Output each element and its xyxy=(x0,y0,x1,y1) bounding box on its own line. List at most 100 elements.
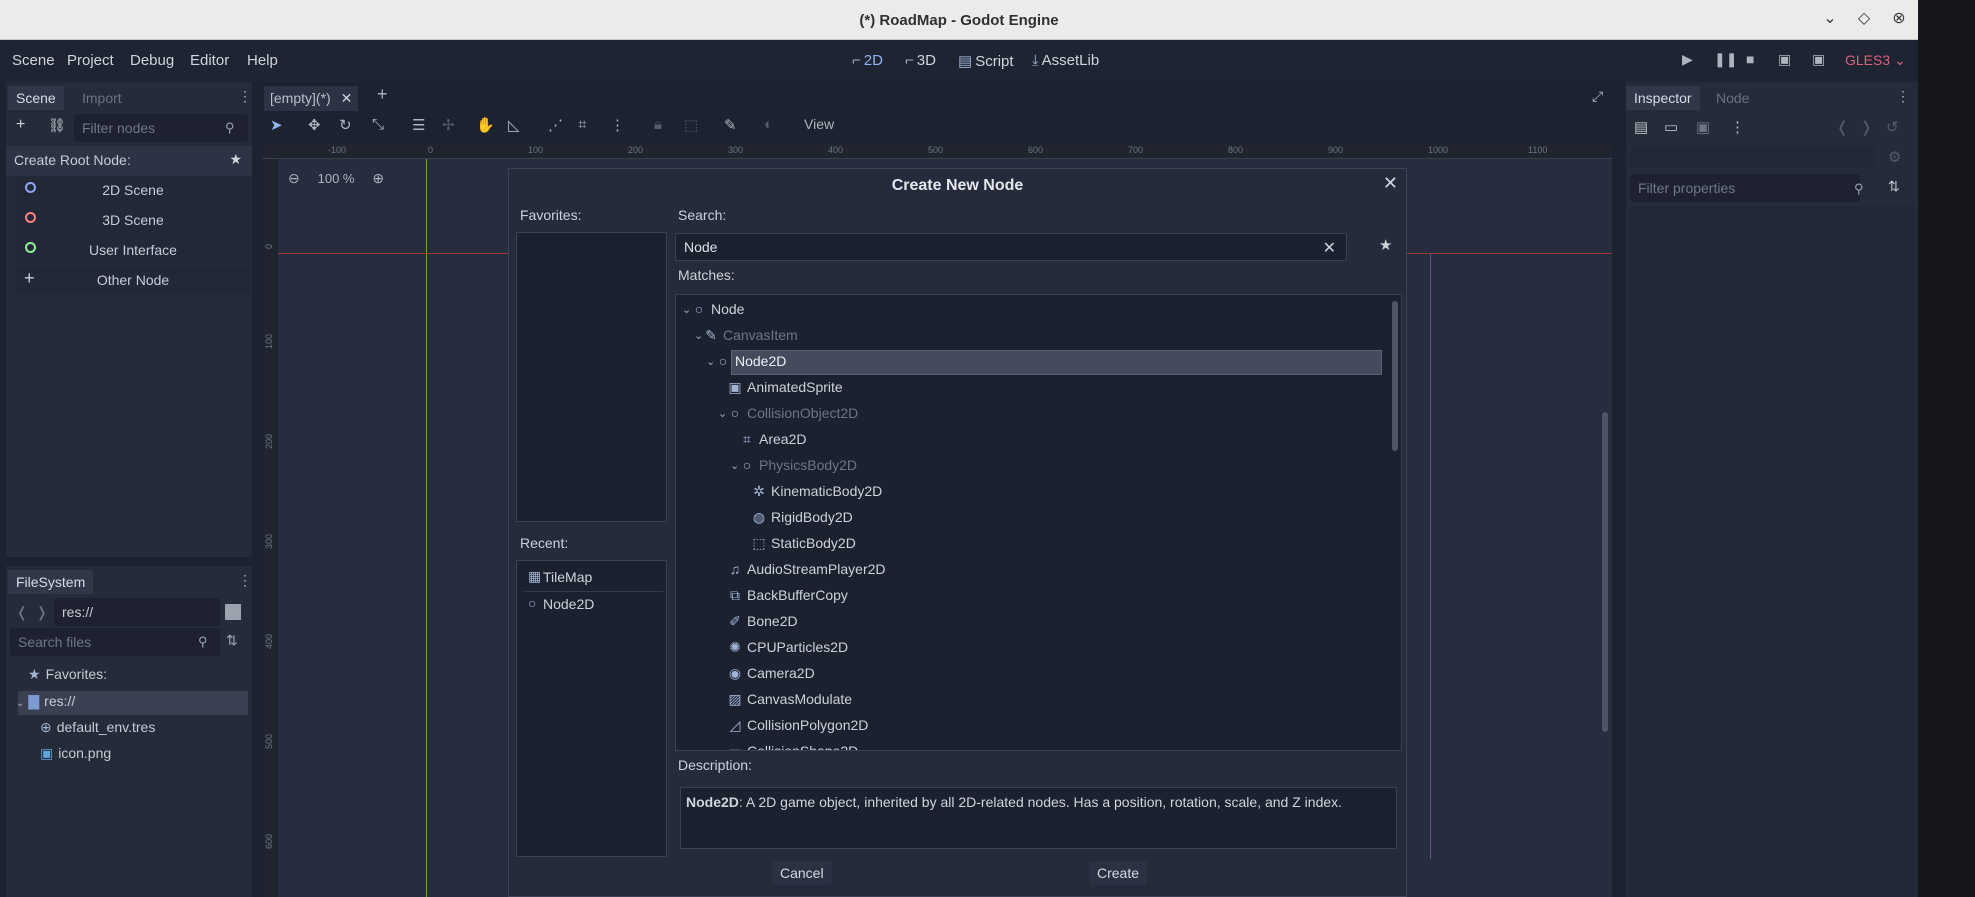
view-menu[interactable]: View xyxy=(804,116,834,132)
list-select-icon[interactable]: ☰ xyxy=(412,116,425,134)
tree-item-kinematicbody2d[interactable]: ✲ KinematicBody2D xyxy=(752,483,882,509)
skeleton-icon[interactable]: ✎ xyxy=(724,116,737,134)
zoom-level[interactable]: 100 % xyxy=(318,171,355,186)
forward-icon[interactable]: ❭ xyxy=(36,604,48,621)
maximize-icon[interactable]: ◇ xyxy=(1852,8,1876,28)
tree-item-canvasmodulate[interactable]: ▨ CanvasModulate xyxy=(728,691,852,717)
scene-tab[interactable]: [empty](*) ✕ xyxy=(264,86,359,111)
toggle-favorite-icon[interactable]: ★ xyxy=(1379,236,1392,254)
workspace-assetlib-button[interactable]: ⤓ AssetLib xyxy=(1032,52,1099,69)
collapse-arrow-icon[interactable]: ⌄ xyxy=(706,355,715,368)
menu-editor[interactable]: Editor xyxy=(190,52,229,69)
scene-dock-menu-icon[interactable]: ⋮ xyxy=(238,88,252,105)
tree-item-cpuparticles2d[interactable]: ✺ CPUParticles2D xyxy=(728,639,848,665)
rotate-mode-icon[interactable]: ↻ xyxy=(339,116,352,134)
recent-item-node2d[interactable]: ○ Node2D xyxy=(523,591,663,615)
lock-icon[interactable]: 🔒︎ xyxy=(654,116,662,133)
menu-scene[interactable]: Scene xyxy=(12,52,55,69)
menu-debug[interactable]: Debug xyxy=(130,52,174,69)
pause-icon[interactable]: ❚❚ xyxy=(1714,51,1737,68)
sort-icon[interactable]: ⇅ xyxy=(226,632,238,649)
create-button[interactable]: Create xyxy=(1089,861,1148,885)
favorites-list[interactable] xyxy=(516,232,667,522)
tree-item-collisionobject2d[interactable]: ○ CollisionObject2D xyxy=(728,405,859,431)
viewport-scrollbar[interactable] xyxy=(1602,412,1608,732)
favorites-star-icon[interactable]: ★ xyxy=(229,151,242,168)
history-icon[interactable]: ↺ xyxy=(1886,118,1899,136)
save-resource-icon[interactable]: ▣ xyxy=(1696,118,1710,136)
favorites-row[interactable]: ★ Favorites: xyxy=(28,666,107,683)
zoom-in-icon[interactable]: ⊕ xyxy=(372,170,384,186)
tree-item-audiostreamplayer2d[interactable]: ♫ AudioStreamPlayer2D xyxy=(728,561,886,587)
tree-item-physicsbody2d[interactable]: ○ PhysicsBody2D xyxy=(740,457,857,483)
split-view-icon[interactable] xyxy=(225,604,241,620)
tree-item-animatedsprite[interactable]: ▣ AnimatedSprite xyxy=(728,379,842,405)
renderer-select[interactable]: GLES3 ⌄ xyxy=(1845,52,1906,69)
dialog-close-icon[interactable]: ✕ xyxy=(1383,173,1398,194)
grid-snap-icon[interactable]: ⌗ xyxy=(578,116,586,133)
collapse-arrow-icon[interactable]: ⌄ xyxy=(718,407,727,420)
move-mode-icon[interactable]: ✥ xyxy=(308,116,321,134)
close-tab-icon[interactable]: ✕ xyxy=(341,90,353,106)
collapse-arrow-icon[interactable]: ⌄ xyxy=(682,303,691,316)
path-field[interactable]: res:// xyxy=(54,598,220,626)
tree-item-staticbody2d[interactable]: ⬚ StaticBody2D xyxy=(752,535,855,561)
tab-node[interactable]: Node xyxy=(1708,86,1757,110)
collapse-arrow-icon[interactable]: ⌄ xyxy=(694,329,703,342)
tree-item-rigidbody2d[interactable]: ◍ RigidBody2D xyxy=(752,509,853,535)
collapse-arrow-icon[interactable]: ⌄ xyxy=(730,459,739,472)
matches-tree[interactable]: ⌄ ○ Node ⌄ ✎ CanvasItem ⌄ ○ Node2D ▣ Animate… xyxy=(675,294,1402,751)
create-resource-icon[interactable]: ▤ xyxy=(1634,118,1648,136)
root-3d-scene-button[interactable]: 3D Scene xyxy=(15,206,251,234)
clear-search-icon[interactable]: ✕ xyxy=(1323,238,1336,258)
tree-item-backbuffercopy[interactable]: ⧉ BackBufferCopy xyxy=(728,587,848,613)
add-node-icon[interactable]: + xyxy=(16,116,25,134)
file-icon-png-row[interactable]: ▣ icon.png xyxy=(40,745,111,762)
recent-item-tilemap[interactable]: ▦ TileMap xyxy=(523,565,663,589)
tree-item-area2d[interactable]: ⌗ Area2D xyxy=(740,431,806,457)
tree-item-camera2d[interactable]: ◉ Camera2D xyxy=(728,665,815,691)
snap-options-icon[interactable]: ⋮ xyxy=(610,116,625,134)
workspace-script-button[interactable]: ▤ Script xyxy=(958,52,1014,70)
back-icon[interactable]: ❬ xyxy=(16,604,28,621)
stop-icon[interactable]: ■ xyxy=(1746,51,1754,67)
file-default-env-row[interactable]: ⊕ default_env.tres xyxy=(40,719,155,736)
tree-item-node2d[interactable]: ○ Node2D xyxy=(716,353,787,379)
history-forward-icon[interactable]: ❭ xyxy=(1860,118,1873,136)
select-mode-icon[interactable]: ➤ xyxy=(270,116,283,134)
search-input[interactable]: Node ✕ xyxy=(675,233,1347,261)
pivot-icon[interactable]: ✢ xyxy=(442,116,455,134)
history-back-icon[interactable]: ❬ xyxy=(1836,118,1849,136)
tab-filesystem[interactable]: FileSystem xyxy=(8,570,94,594)
cancel-button[interactable]: Cancel xyxy=(772,861,832,885)
load-resource-icon[interactable]: ▭ xyxy=(1664,118,1678,136)
scale-mode-icon[interactable]: ⤡ xyxy=(372,116,384,133)
search-files-input[interactable]: Search files xyxy=(10,628,220,656)
filter-nodes-input[interactable]: Filter nodes xyxy=(74,114,248,142)
tree-item-collisionshape2d[interactable]: ▭ CollisionShape2D xyxy=(728,743,858,750)
filesystem-menu-icon[interactable]: ⋮ xyxy=(238,572,252,589)
instance-scene-icon[interactable]: ⛓ xyxy=(48,117,66,134)
tab-inspector[interactable]: Inspector xyxy=(1626,86,1700,110)
distraction-free-icon[interactable]: ⤢ xyxy=(1592,88,1603,105)
menu-help[interactable]: Help xyxy=(247,52,278,69)
tree-item-canvasitem[interactable]: ✎ CanvasItem xyxy=(704,327,798,353)
property-sort-icon[interactable]: ⇅ xyxy=(1888,178,1900,195)
root-user-interface-button[interactable]: User Interface xyxy=(15,236,251,264)
matches-scrollbar[interactable] xyxy=(1392,301,1398,451)
ruler-mode-icon[interactable]: ◺ xyxy=(508,116,520,134)
filter-properties-input[interactable]: Filter properties xyxy=(1630,174,1860,202)
tree-item-bone2d[interactable]: ✐ Bone2D xyxy=(728,613,797,639)
inspector-menu-icon[interactable]: ⋮ xyxy=(1896,88,1910,105)
object-menu-icon[interactable]: ⚙ xyxy=(1888,148,1901,166)
root-other-node-button[interactable]: + Other Node xyxy=(15,266,251,294)
smart-snap-icon[interactable]: ⋰ xyxy=(548,116,563,134)
group-icon[interactable]: ⬚ xyxy=(684,116,698,134)
menu-project[interactable]: Project xyxy=(67,52,114,69)
tree-item-collisionpolygon2d[interactable]: ◿ CollisionPolygon2D xyxy=(728,717,869,743)
camera-override-icon[interactable]: ◐ xyxy=(764,116,773,133)
new-scene-tab-icon[interactable]: + xyxy=(377,84,388,105)
resource-menu-icon[interactable]: ⋮ xyxy=(1730,118,1745,136)
play-custom-scene-icon[interactable]: ▣ xyxy=(1812,51,1825,68)
close-window-icon[interactable]: ⊗ xyxy=(1887,8,1911,28)
